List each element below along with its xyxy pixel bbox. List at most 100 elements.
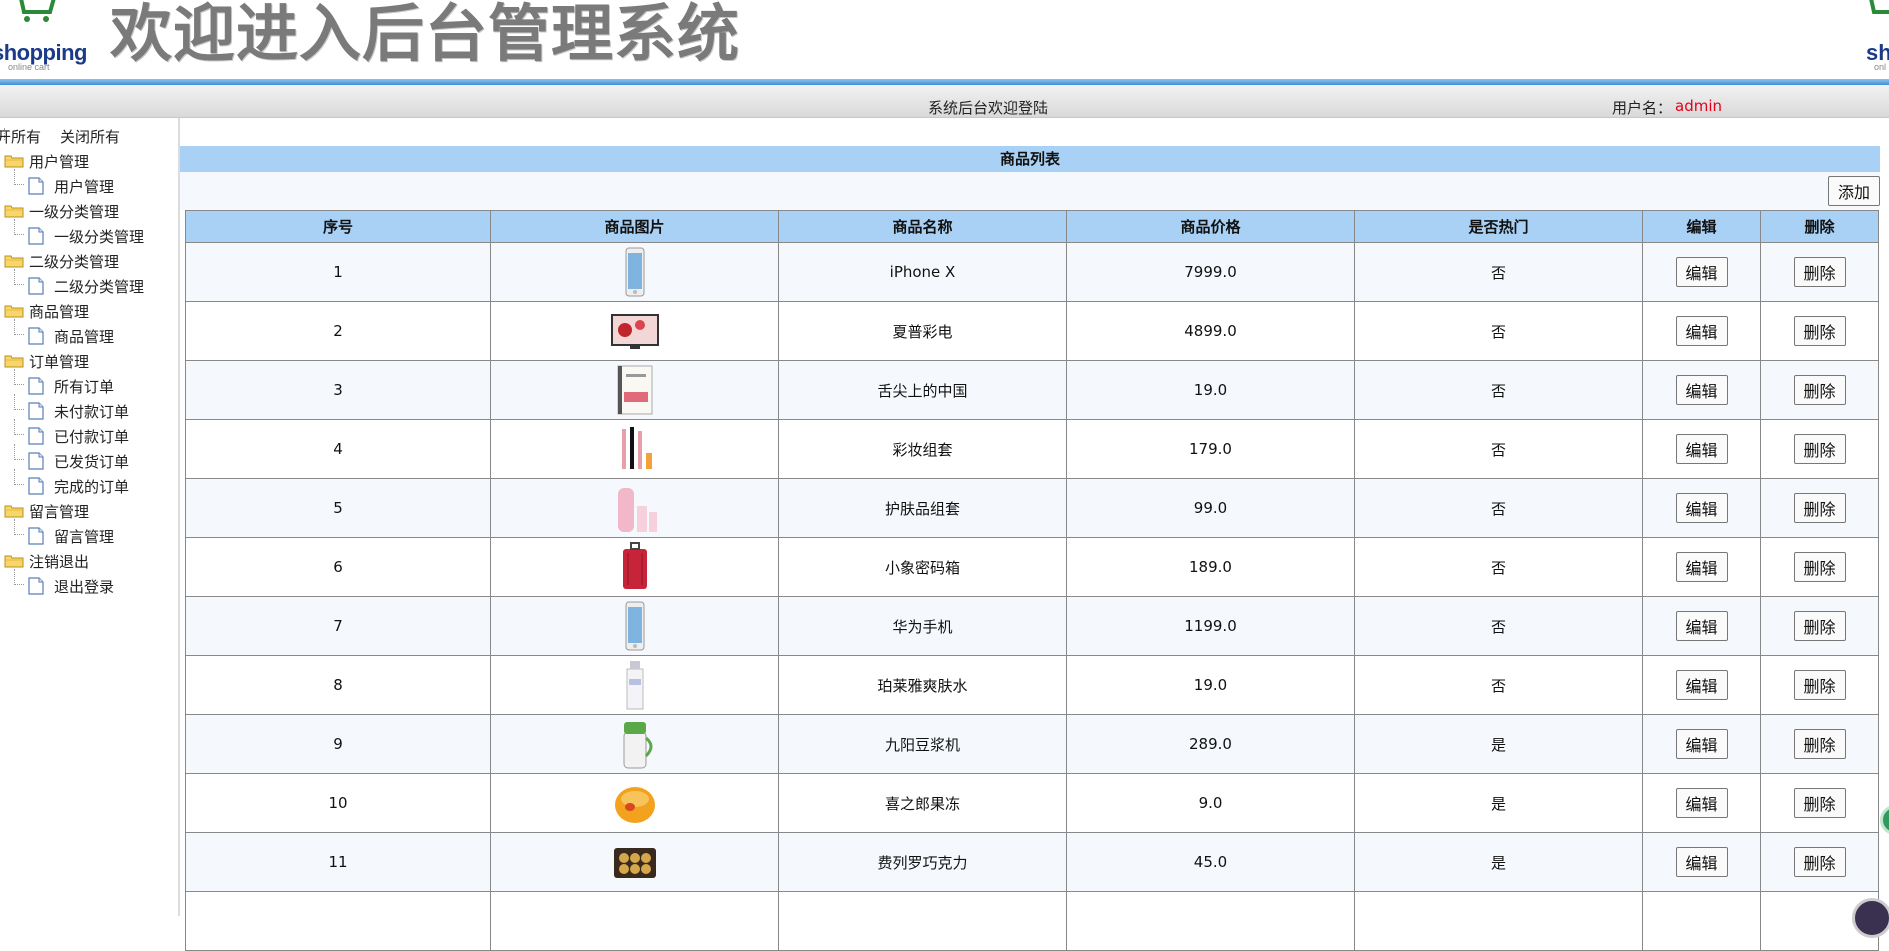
book-image	[610, 365, 660, 415]
table-caption: 商品列表	[180, 146, 1880, 172]
sidebar-item-label: 已发货订单	[54, 452, 130, 471]
column-header-delete: 删除	[1760, 210, 1879, 243]
tree-branch-line	[4, 128, 5, 140]
delete-button[interactable]: 删除	[1793, 611, 1846, 641]
cell-edit: 编辑	[1642, 655, 1761, 715]
sidebar-item-4-1[interactable]: 未付款订单	[28, 400, 129, 422]
sidebar-item-4-4[interactable]: 完成的订单	[28, 475, 129, 497]
document-icon	[28, 527, 44, 545]
edit-button[interactable]: 编辑	[1675, 788, 1728, 818]
edit-button[interactable]: 编辑	[1675, 552, 1728, 582]
cell-hot: 否	[1354, 419, 1643, 479]
cell-id: 6	[185, 537, 491, 597]
cell-image	[490, 301, 779, 361]
cell-edit: 编辑	[1642, 301, 1761, 361]
cell-hot	[1354, 891, 1643, 951]
edit-button[interactable]: 编辑	[1675, 493, 1728, 523]
user-name: admin	[1675, 97, 1722, 115]
sidebar-item-4-3[interactable]: 已发货订单	[28, 450, 129, 472]
table-body: 1 iPhone X 7999.0 否编辑 删除 2 夏普彩电 4899.0 否编辑 删除 3 舌尖上…	[185, 242, 1879, 951]
edit-button[interactable]: 编辑	[1675, 434, 1728, 464]
cell-hot: 否	[1354, 655, 1643, 715]
delete-button[interactable]: 删除	[1793, 493, 1846, 523]
edit-button[interactable]: 编辑	[1675, 611, 1728, 641]
table-row: 4 彩妆组套 179.0 否 编辑 删除	[185, 419, 1879, 479]
cell-delete: 删除	[1760, 537, 1879, 597]
cell-image	[490, 832, 779, 892]
sidebar-item-label: 已付款订单	[54, 427, 130, 446]
expand-all-link[interactable]: 开所有	[0, 126, 41, 147]
folder-icon	[4, 504, 24, 518]
table-row: 2 夏普彩电 4899.0 否 编辑 删除	[185, 301, 1879, 361]
shopping-cart-icon	[1869, 0, 1889, 14]
edit-button[interactable]: 编辑	[1675, 316, 1728, 346]
cell-id: 2	[185, 301, 491, 361]
cell-image	[490, 242, 779, 302]
sidebar-item-0-0[interactable]: 用户管理	[28, 175, 114, 197]
cell-image	[490, 537, 779, 597]
delete-button[interactable]: 删除	[1793, 670, 1846, 700]
edit-button[interactable]: 编辑	[1675, 257, 1728, 287]
document-icon	[28, 327, 44, 345]
document-icon	[28, 452, 44, 470]
delete-button[interactable]: 删除	[1793, 316, 1846, 346]
sidebar-item-1-0[interactable]: 一级分类管理	[28, 225, 144, 247]
tree-branch-line	[14, 569, 24, 585]
column-header-hot: 是否热门	[1354, 210, 1643, 243]
cell-edit: 编辑	[1642, 773, 1761, 833]
chocolate-image	[610, 848, 660, 878]
cell-delete: 删除	[1760, 832, 1879, 892]
sidebar-item-label: 完成的订单	[54, 477, 130, 496]
cell-hot: 否	[1354, 478, 1643, 538]
delete-button[interactable]: 删除	[1793, 375, 1846, 405]
sidebar-item-5-0[interactable]: 留言管理	[28, 525, 114, 547]
edit-button[interactable]: 编辑	[1675, 729, 1728, 759]
cell-hot: 否	[1354, 301, 1643, 361]
sidebar-group-label: 注销退出	[29, 552, 90, 571]
delete-button[interactable]: 删除	[1793, 257, 1846, 287]
edit-button[interactable]: 编辑	[1675, 670, 1728, 700]
cell-name	[778, 891, 1067, 951]
tree-branch-line	[14, 219, 24, 235]
document-icon	[28, 227, 44, 245]
table-row: 7 华为手机 1199.0 否 编辑 删除	[185, 596, 1879, 656]
add-button[interactable]: 添加	[1828, 176, 1880, 206]
cell-delete: 删除	[1760, 655, 1879, 715]
cell-name: 舌尖上的中国	[778, 360, 1067, 420]
sidebar-item-4-2[interactable]: 已付款订单	[28, 425, 129, 447]
cell-edit: 编辑	[1642, 832, 1761, 892]
sidebar-item-4-0[interactable]: 所有订单	[28, 375, 114, 397]
edit-button[interactable]: 编辑	[1675, 847, 1728, 877]
collapse-all-link[interactable]: 关闭所有	[60, 126, 120, 147]
cell-hot: 否	[1354, 537, 1643, 597]
cell-hot: 否	[1354, 242, 1643, 302]
cell-image	[490, 714, 779, 774]
delete-button[interactable]: 删除	[1793, 847, 1846, 877]
delete-button[interactable]: 删除	[1793, 788, 1846, 818]
cell-hot: 否	[1354, 596, 1643, 656]
table-row: 8 珀莱雅爽肤水 19.0 否 编辑 删除	[185, 655, 1879, 715]
sidebar-group-label: 一级分类管理	[29, 202, 120, 221]
cell-image	[490, 891, 779, 951]
sidebar-item-3-0[interactable]: 商品管理	[28, 325, 114, 347]
folder-icon	[4, 154, 24, 168]
floating-avatar-icon[interactable]	[1852, 898, 1889, 938]
sidebar-item-2-0[interactable]: 二级分类管理	[28, 275, 144, 297]
edit-button[interactable]: 编辑	[1675, 375, 1728, 405]
delete-button[interactable]: 删除	[1793, 434, 1846, 464]
cell-edit: 编辑	[1642, 419, 1761, 479]
column-header-edit: 编辑	[1642, 210, 1761, 243]
cell-price: 7999.0	[1066, 242, 1355, 302]
header-banner: shopping online cart 欢迎进入后台管理系统 sh onl	[0, 0, 1889, 80]
folder-icon	[4, 204, 24, 218]
cell-price	[1066, 891, 1355, 951]
document-icon	[28, 427, 44, 445]
cell-price: 19.0	[1066, 360, 1355, 420]
delete-button[interactable]: 删除	[1793, 729, 1846, 759]
tree-branch-line	[14, 269, 24, 285]
cell-hot: 是	[1354, 714, 1643, 774]
sidebar-item-6-0[interactable]: 退出登录	[28, 575, 114, 597]
column-header-price: 商品价格	[1066, 210, 1355, 243]
cell-price: 9.0	[1066, 773, 1355, 833]
delete-button[interactable]: 删除	[1793, 552, 1846, 582]
